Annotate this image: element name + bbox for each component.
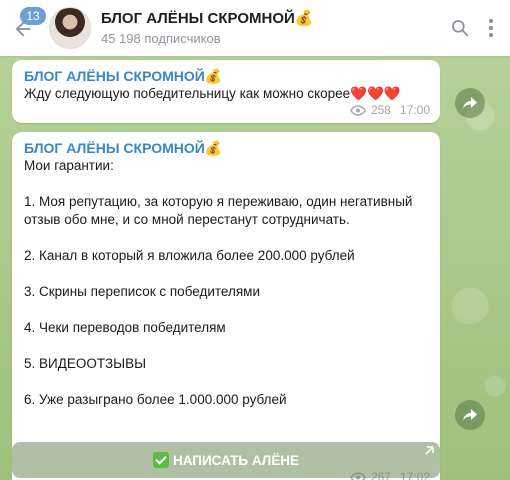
message-text: Жду следующую победительницу как можно с…: [24, 86, 401, 101]
back-button[interactable]: 13: [0, 0, 46, 56]
forward-icon: [463, 409, 477, 421]
subscriber-count: 45 198 подписчиков: [101, 30, 221, 46]
external-link-icon: [425, 446, 434, 455]
message-text: Мои гарантии: 1. Моя репутацию, за котор…: [24, 158, 413, 407]
chat-header: 13 БЛОГ АЛЁНЫ СКРОМНОЙ💰 45 198 подписчик…: [0, 0, 510, 56]
write-to-alena-button[interactable]: НАПИСАТЬ АЛЁНЕ: [12, 442, 440, 478]
search-icon[interactable]: [450, 18, 470, 38]
view-count: 258: [370, 103, 391, 117]
inline-button-label: НАПИСАТЬ АЛЁНЕ: [172, 452, 300, 468]
forward-icon: [463, 97, 477, 109]
more-vertical-icon[interactable]: [488, 18, 494, 38]
message-author[interactable]: БЛОГ АЛЁНЫ СКРОМНОЙ💰: [24, 140, 430, 157]
avatar[interactable]: [49, 7, 91, 49]
chat-info[interactable]: БЛОГ АЛЁНЫ СКРОМНОЙ💰 45 198 подписчиков: [101, 9, 450, 48]
forward-button[interactable]: [455, 88, 485, 118]
eye-icon: [350, 104, 366, 116]
check-mark-icon: [152, 452, 169, 468]
message-time: 17:00: [399, 103, 430, 117]
message-bubble[interactable]: БЛОГ АЛЁНЫ СКРОМНОЙ💰 Мои гарантии: 1. Мо…: [12, 132, 440, 480]
chat-area[interactable]: БЛОГ АЛЁНЫ СКРОМНОЙ💰 Жду следующую побед…: [0, 56, 510, 480]
message-author[interactable]: БЛОГ АЛЁНЫ СКРОМНОЙ💰: [24, 68, 430, 85]
forward-button[interactable]: [455, 400, 485, 430]
message-bubble[interactable]: БЛОГ АЛЁНЫ СКРОМНОЙ💰 Жду следующую побед…: [12, 60, 440, 123]
unread-badge: 13: [20, 7, 46, 25]
message-meta: 258 17:00: [350, 103, 430, 117]
chat-title: БЛОГ АЛЁНЫ СКРОМНОЙ💰: [101, 9, 314, 27]
